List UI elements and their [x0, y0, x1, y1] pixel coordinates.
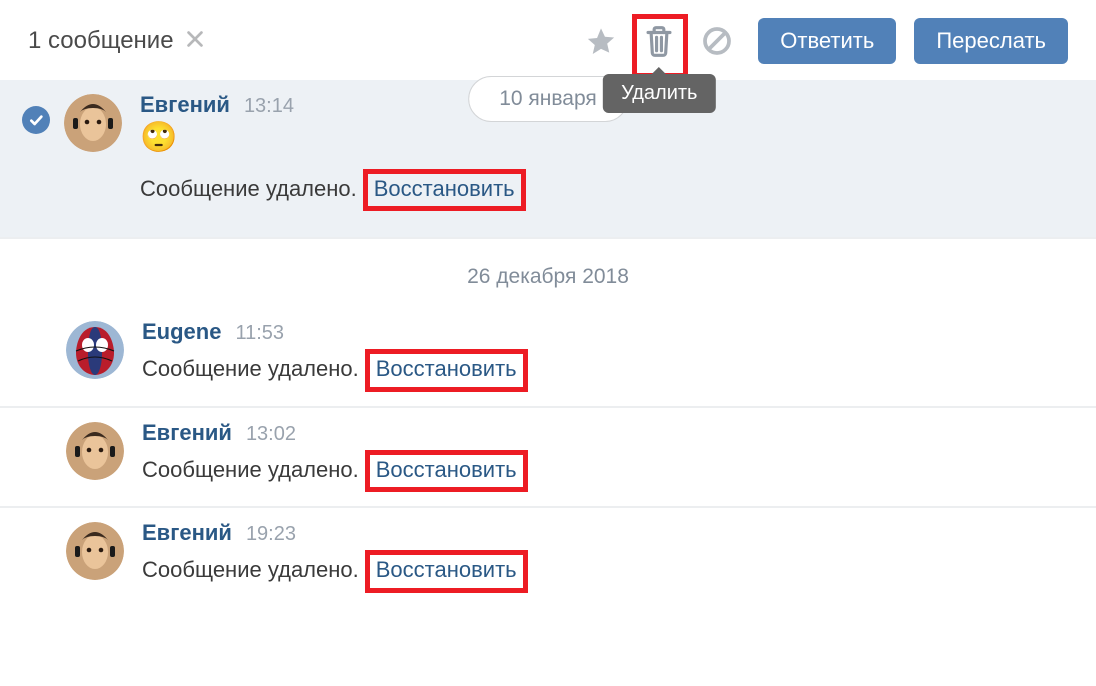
message-body: Евгений 13:02 Сообщение удалено. Восстан… — [142, 420, 1086, 492]
date-separator: 26 декабря 2018 — [0, 239, 1096, 307]
deleted-text: Сообщение удалено. — [142, 557, 359, 583]
check-icon — [28, 112, 44, 128]
sender-name[interactable]: Евгений — [142, 420, 232, 446]
deleted-text: Сообщение удалено. — [142, 356, 359, 382]
message-row[interactable]: Eugene 11:53 Сообщение удалено. Восстано… — [0, 307, 1096, 407]
message-emoji: 🙄 — [140, 120, 1086, 155]
avatar-image — [66, 422, 124, 480]
message-body: Евгений 19:23 Сообщение удалено. Восстан… — [142, 520, 1086, 592]
spam-button[interactable] — [694, 18, 740, 64]
tooltip: Удалить — [603, 74, 715, 113]
message-row[interactable]: 10 января Евгений 13:14 🙄 Сообщение удал… — [0, 80, 1096, 239]
message-time: 11:53 — [235, 322, 284, 345]
restore-link[interactable]: Восстановить — [376, 457, 517, 482]
sender-name[interactable]: Евгений — [140, 92, 230, 118]
sender-name[interactable]: Евгений — [142, 520, 232, 546]
avatar-image — [64, 94, 122, 152]
tooltip-text: Удалить — [603, 74, 715, 113]
message-body: Eugene 11:53 Сообщение удалено. Восстано… — [142, 319, 1086, 391]
selection-count: 1 сообщение — [28, 27, 174, 55]
selected-check[interactable] — [22, 106, 50, 134]
message-time: 13:14 — [244, 95, 294, 118]
message-time: 13:02 — [246, 423, 296, 446]
delete-button[interactable]: Удалить — [636, 18, 682, 64]
message-row[interactable]: Евгений 19:23 Сообщение удалено. Восстан… — [0, 508, 1096, 606]
forward-button[interactable]: Переслать — [914, 18, 1068, 64]
close-icon — [184, 28, 206, 50]
annotation-highlight: Восстановить — [365, 550, 528, 592]
annotation-highlight: Восстановить — [363, 169, 526, 211]
annotation-highlight: Восстановить — [365, 349, 528, 391]
reply-button[interactable]: Ответить — [758, 18, 896, 64]
block-icon — [701, 25, 733, 57]
avatar[interactable] — [64, 94, 122, 152]
trash-icon — [644, 24, 674, 58]
avatar[interactable] — [66, 522, 124, 580]
avatar[interactable] — [66, 321, 124, 379]
clear-selection-button[interactable] — [184, 28, 206, 54]
star-icon — [585, 25, 617, 57]
message-time: 19:23 — [246, 523, 296, 546]
message-row[interactable]: Евгений 13:02 Сообщение удалено. Восстан… — [0, 408, 1096, 508]
restore-link[interactable]: Восстановить — [376, 356, 517, 381]
avatar-image — [66, 522, 124, 580]
annotation-highlight: Восстановить — [365, 450, 528, 492]
deleted-text: Сообщение удалено. — [142, 457, 359, 483]
sender-name[interactable]: Eugene — [142, 319, 221, 345]
important-button[interactable] — [578, 18, 624, 64]
avatar[interactable] — [66, 422, 124, 480]
date-label: 26 декабря 2018 — [467, 265, 629, 288]
restore-link[interactable]: Восстановить — [376, 557, 517, 582]
selection-header: 1 сообщение Удалить Ответить Переслать — [0, 0, 1096, 80]
restore-link[interactable]: Восстановить — [374, 176, 515, 201]
deleted-text: Сообщение удалено. — [140, 176, 357, 202]
avatar-image — [66, 321, 124, 379]
